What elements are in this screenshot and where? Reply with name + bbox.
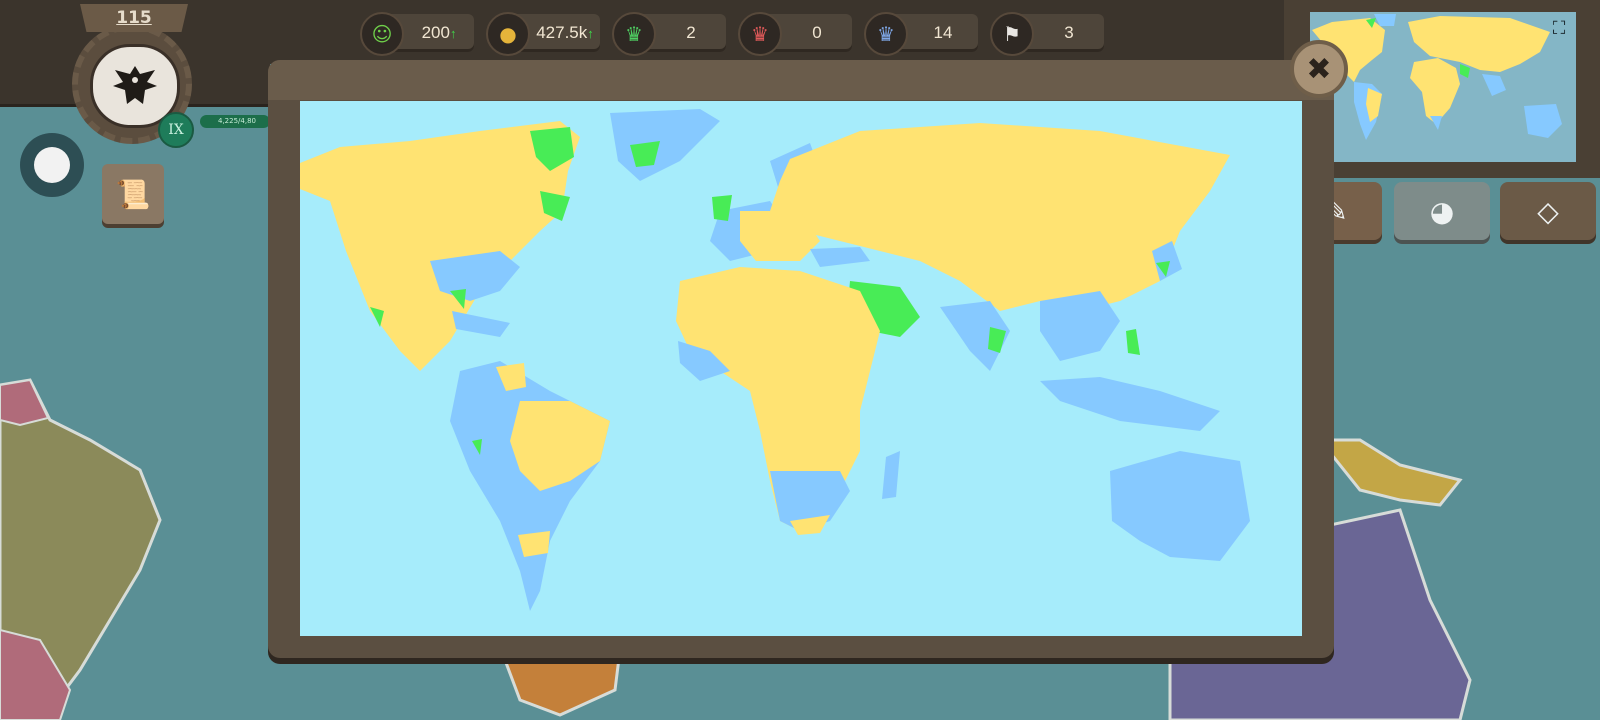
rank-badge: IX [158, 112, 194, 148]
toggle-button[interactable] [20, 133, 84, 197]
blue-crown-icon: ♛ [864, 12, 908, 56]
green-crown-icon: ♛ [612, 12, 656, 56]
gold-value: 427.5k↑ [536, 23, 594, 42]
scroll-icon: 📜 [115, 177, 151, 211]
resource-gold[interactable]: ● 427.5k↑ [486, 12, 604, 56]
green-crown-value: 2 [686, 23, 696, 42]
resource-blue-crown[interactable]: ♛ 14 [864, 12, 982, 56]
xp-bar: 4,225/4,80 [200, 115, 270, 128]
diamond-button[interactable]: ◇ [1500, 182, 1596, 240]
expand-icon[interactable]: ⛶ [1548, 18, 1570, 40]
minimap[interactable] [1310, 12, 1576, 162]
gold-coins-icon: ● [486, 12, 530, 56]
blue-crown-value: 14 [933, 23, 953, 42]
player-level: 115 [80, 4, 188, 32]
toggle-knob [34, 147, 70, 183]
resource-flag[interactable]: ⚑ 3 [990, 12, 1108, 56]
resource-happiness[interactable]: ☺ 200↑ [360, 12, 478, 56]
scroll-button[interactable]: 📜 [102, 164, 164, 224]
diamond-icon: ◇ [1537, 194, 1559, 228]
red-crown-icon: ♛ [738, 12, 782, 56]
happiness-icon: ☺ [360, 12, 404, 56]
resource-green-crown[interactable]: ♛ 2 [612, 12, 730, 56]
globe-button[interactable]: ◕ [1394, 182, 1490, 240]
close-icon: ✖ [1306, 51, 1332, 87]
globe-icon: ◕ [1429, 194, 1455, 228]
happiness-value: 200↑ [421, 23, 457, 42]
resource-red-crown[interactable]: ♛ 0 [738, 12, 856, 56]
eagle-emblem-icon [113, 66, 157, 104]
modal-header [268, 60, 1334, 100]
flag-value: 3 [1064, 23, 1074, 42]
world-map-view[interactable] [300, 101, 1302, 636]
japan-flag-icon: ⚑ [990, 12, 1034, 56]
close-button[interactable]: ✖ [1290, 40, 1348, 98]
red-crown-value: 0 [812, 23, 822, 42]
world-map [300, 101, 1302, 636]
